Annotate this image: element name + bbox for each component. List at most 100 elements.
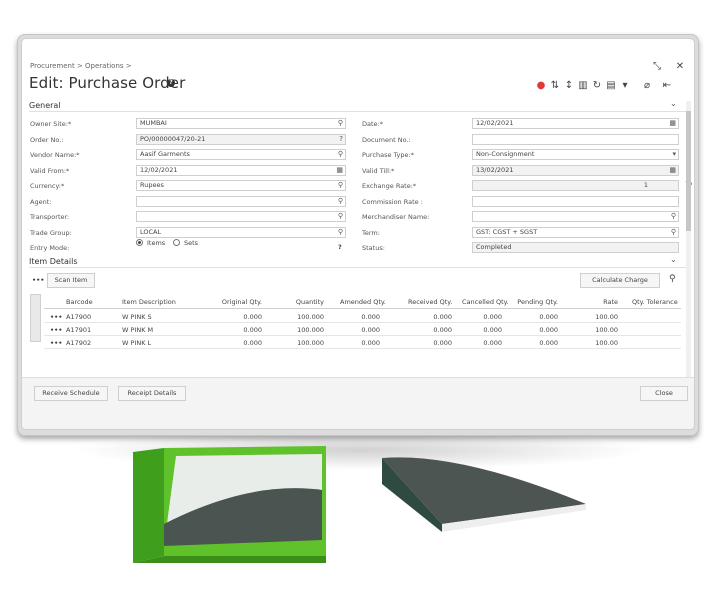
input-field[interactable]: Non-Consignment ▾ bbox=[472, 149, 679, 160]
table-cell[interactable]: 0.000 bbox=[462, 313, 502, 321]
input-field[interactable]: 12/02/2021 ▦ bbox=[472, 118, 679, 129]
input-field[interactable]: PO/00000047/20-21? bbox=[136, 133, 346, 145]
input-field[interactable]: LOCAL ⚲ bbox=[136, 226, 346, 238]
table-cell[interactable]: W PINK L bbox=[122, 339, 151, 347]
table-cell[interactable]: 0.000 bbox=[340, 326, 380, 334]
input-field[interactable]: 1 bbox=[472, 180, 679, 191]
calculate-charge-button[interactable]: Calculate Charge bbox=[580, 273, 660, 288]
close-icon[interactable]: ✕ bbox=[674, 61, 686, 73]
row-menu-icon[interactable]: ••• bbox=[50, 313, 62, 321]
grid-side-toolbar[interactable] bbox=[30, 294, 41, 342]
table-cell[interactable]: 100.00 bbox=[572, 326, 618, 334]
search-icon[interactable]: ⚲ bbox=[338, 119, 343, 128]
chevron-down-icon[interactable]: ⌄ bbox=[670, 99, 677, 108]
input-field[interactable]: Aasif Garments ⚲ bbox=[136, 149, 346, 160]
scrollbar-thumb[interactable] bbox=[686, 111, 691, 231]
help-icon[interactable]: ? bbox=[167, 79, 175, 87]
table-cell[interactable]: 100.00 bbox=[572, 339, 618, 347]
more-menu-icon[interactable]: ••• bbox=[32, 276, 44, 284]
input-field[interactable]: Rupees ⚲ bbox=[136, 180, 346, 191]
search-icon[interactable]: ⚲ bbox=[669, 274, 676, 284]
column-header[interactable]: Barcode bbox=[66, 298, 93, 306]
sort-alt-icon[interactable]: ↕ bbox=[562, 79, 576, 93]
search-icon[interactable]: ⚲ bbox=[338, 212, 343, 221]
dropdown-icon[interactable]: ▾ bbox=[618, 79, 632, 93]
table-cell[interactable]: 0.000 bbox=[514, 326, 558, 334]
table-cell[interactable]: 0.000 bbox=[408, 326, 452, 334]
print-icon[interactable]: ▤ bbox=[604, 79, 618, 93]
column-header[interactable]: Cancelled Qty. bbox=[462, 298, 509, 306]
input-field[interactable]: GST: CGST + SGST ⚲ bbox=[472, 226, 679, 238]
close-button[interactable]: Close bbox=[640, 386, 688, 401]
attachment-icon[interactable]: ⌀ bbox=[640, 79, 654, 93]
row-menu-icon[interactable]: ••• bbox=[50, 339, 62, 347]
row-menu-icon[interactable]: ••• bbox=[50, 326, 62, 334]
help-icon[interactable]: ? bbox=[339, 135, 343, 144]
search-icon[interactable]: ⚲ bbox=[338, 228, 343, 237]
sort-icon[interactable]: ⇅ bbox=[548, 79, 562, 93]
column-header[interactable]: Received Qty. bbox=[408, 298, 452, 306]
table-cell[interactable]: A17900 bbox=[66, 313, 91, 321]
column-header[interactable]: Item Description bbox=[122, 298, 176, 306]
table-cell[interactable]: 0.000 bbox=[208, 326, 262, 334]
table-cell[interactable]: 0.000 bbox=[514, 313, 558, 321]
search-icon[interactable]: ⚲ bbox=[338, 197, 343, 206]
receipt-details-button[interactable]: Receipt Details bbox=[118, 386, 186, 401]
vertical-scrollbar[interactable] bbox=[686, 101, 691, 381]
chevron-down-icon[interactable]: ⌄ bbox=[670, 255, 677, 264]
search-icon[interactable]: ⚲ bbox=[338, 150, 343, 159]
calendar-icon[interactable]: ▦ bbox=[669, 166, 676, 175]
section-general[interactable]: General bbox=[29, 101, 61, 110]
table-cell[interactable]: 0.000 bbox=[514, 339, 558, 347]
section-item-details[interactable]: Item Details bbox=[29, 257, 78, 266]
dropdown-icon[interactable]: ▾ bbox=[672, 150, 676, 159]
refresh-icon[interactable]: ↻ bbox=[590, 79, 604, 93]
column-header[interactable]: Quantity bbox=[288, 298, 324, 306]
search-icon[interactable]: ⚲ bbox=[338, 181, 343, 190]
table-cell[interactable]: W PINK S bbox=[122, 313, 152, 321]
table-cell[interactable]: 0.000 bbox=[462, 326, 502, 334]
column-header[interactable]: Amended Qty. bbox=[340, 298, 386, 306]
delete-icon[interactable]: ▥ bbox=[576, 79, 590, 93]
scan-item-button[interactable]: Scan Item bbox=[47, 273, 95, 288]
input-field[interactable]: ⚲ bbox=[136, 195, 346, 207]
table-cell[interactable]: 0.000 bbox=[340, 313, 380, 321]
calendar-icon[interactable]: ▦ bbox=[669, 119, 676, 128]
input-field[interactable]: 13/02/2021 ▦ bbox=[472, 164, 679, 176]
search-icon[interactable]: ⚲ bbox=[671, 212, 676, 221]
table-cell[interactable]: A17901 bbox=[66, 326, 91, 334]
input-field[interactable] bbox=[472, 195, 679, 207]
radio-sets[interactable] bbox=[173, 239, 180, 246]
table-cell[interactable]: 100.000 bbox=[288, 326, 324, 334]
input-field[interactable]: MUMBAI ⚲ bbox=[136, 118, 346, 129]
table-cell[interactable]: 0.000 bbox=[208, 339, 262, 347]
table-cell[interactable]: 0.000 bbox=[208, 313, 262, 321]
input-field[interactable]: 12/02/2021 ▦ bbox=[136, 164, 346, 176]
back-icon[interactable]: ⇤ bbox=[660, 79, 674, 93]
help-icon[interactable]: ? bbox=[338, 243, 342, 251]
input-field[interactable]: ⚲ bbox=[136, 211, 346, 222]
table-cell[interactable]: 100.000 bbox=[288, 339, 324, 347]
table-cell[interactable]: 0.000 bbox=[340, 339, 380, 347]
receive-schedule-button[interactable]: Receive Schedule bbox=[34, 386, 108, 401]
search-icon[interactable]: ⚲ bbox=[671, 228, 676, 237]
table-cell[interactable]: 0.000 bbox=[408, 339, 452, 347]
calendar-icon[interactable]: ▦ bbox=[336, 166, 343, 175]
column-header[interactable]: Pending Qty. bbox=[514, 298, 558, 306]
column-header[interactable]: Rate bbox=[572, 298, 618, 306]
radio-items[interactable] bbox=[136, 239, 143, 246]
input-field[interactable]: Completed bbox=[472, 242, 679, 253]
table-cell[interactable]: 0.000 bbox=[408, 313, 452, 321]
breadcrumb[interactable]: Procurement > Operations > bbox=[30, 62, 132, 70]
table-cell[interactable]: 0.000 bbox=[462, 339, 502, 347]
table-cell[interactable]: W PINK M bbox=[122, 326, 153, 334]
location-pin-icon[interactable]: ● bbox=[534, 79, 548, 93]
input-field[interactable] bbox=[472, 133, 679, 145]
input-field[interactable]: ⚲ bbox=[472, 211, 679, 222]
column-header[interactable]: Qty. Tolerance bbox=[632, 298, 678, 306]
table-cell[interactable]: 100.000 bbox=[288, 313, 324, 321]
table-cell[interactable]: 100.00 bbox=[572, 313, 618, 321]
table-cell[interactable]: A17902 bbox=[66, 339, 91, 347]
minimize-icon[interactable]: ⤡ bbox=[651, 61, 663, 73]
column-header[interactable]: Original Qty. bbox=[208, 298, 262, 306]
